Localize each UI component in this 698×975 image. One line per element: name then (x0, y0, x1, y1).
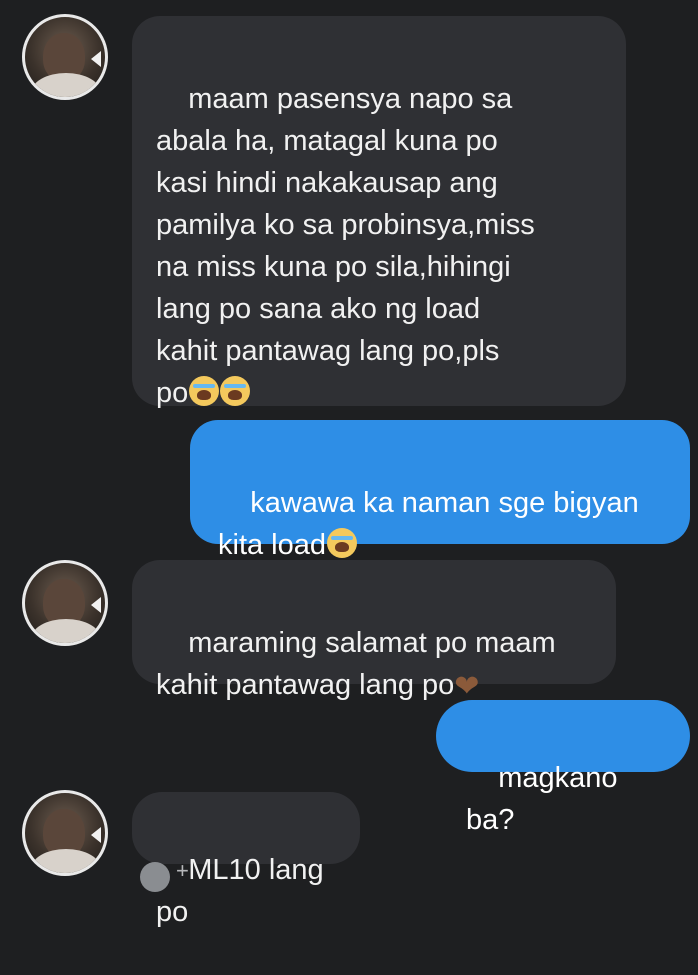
speaker-icon (91, 51, 101, 67)
crying-face-icon (220, 376, 251, 406)
sender-avatar[interactable] (22, 14, 108, 100)
message-text: kawawa ka naman sge bigyan kita load (218, 487, 639, 561)
speaker-icon (91, 597, 101, 613)
avatar-shirt (31, 73, 101, 97)
message-text: maam pasensya napo sa abala ha, matagal … (156, 83, 535, 409)
incoming-message[interactable]: ML10 lang po (132, 792, 360, 928)
sender-avatar[interactable] (22, 560, 108, 646)
chat-thread: maam pasensya napo sa abala ha, matagal … (0, 0, 698, 928)
add-reaction-icon[interactable] (140, 862, 170, 892)
speaker-icon (91, 827, 101, 843)
sender-avatar[interactable] (22, 790, 108, 876)
avatar-shirt (31, 849, 101, 873)
incoming-message[interactable]: maraming salamat po maam kahit pantawag … (132, 560, 616, 703)
reaction-plus-icon[interactable]: + (176, 860, 189, 882)
outgoing-message[interactable]: magkano ba? (436, 700, 690, 836)
avatar-shirt (31, 619, 101, 643)
outgoing-message[interactable]: kawawa ka naman sge bigyan kita load (190, 420, 690, 561)
crying-face-icon (327, 528, 358, 558)
message-text: magkano ba? (466, 762, 626, 836)
crying-face-icon (189, 376, 220, 406)
incoming-message[interactable]: maam pasensya napo sa abala ha, matagal … (132, 16, 626, 409)
message-text: maraming salamat po maam kahit pantawag … (156, 627, 556, 701)
